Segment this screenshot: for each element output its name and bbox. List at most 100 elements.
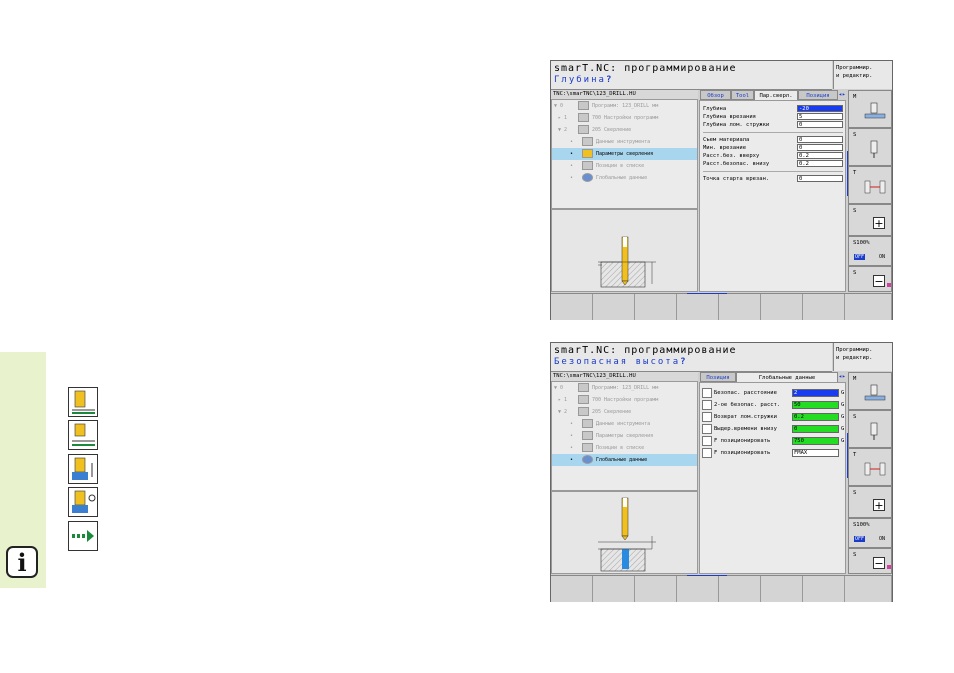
spindle-minus-icon: − bbox=[873, 275, 885, 288]
tree-item[interactable]: • Данные инструмента bbox=[552, 136, 697, 148]
field-row: Съем материала 0 bbox=[703, 136, 843, 144]
tab-overview[interactable]: Обзор bbox=[700, 90, 731, 100]
field-row: Выдер.времени внизу 0 G bbox=[702, 424, 844, 434]
tree-item[interactable]: ▸ 1 700 Настройки программ bbox=[552, 394, 697, 406]
softkey[interactable] bbox=[593, 576, 635, 602]
softkey[interactable] bbox=[845, 294, 892, 320]
machine-function-icon bbox=[864, 102, 886, 119]
softkey-override[interactable]: S100% OFF ON bbox=[848, 518, 892, 548]
drill-dwell-icon bbox=[68, 487, 98, 517]
setup-clearance-input[interactable]: 2 bbox=[792, 389, 839, 397]
softkey[interactable] bbox=[761, 576, 803, 602]
tab-bar: Позиция Глобальные данные bbox=[699, 372, 846, 382]
feed-positioning-input[interactable]: 750 bbox=[792, 437, 839, 445]
softkey-spindle-plus[interactable]: S + bbox=[848, 486, 892, 518]
softkey-spindle-plus[interactable]: S + bbox=[848, 204, 892, 236]
spindle-minus-icon: − bbox=[873, 557, 885, 570]
softkey[interactable] bbox=[551, 294, 593, 320]
tree-item-selected[interactable]: • Глобальные данные bbox=[552, 454, 697, 466]
program-path: TNC:\smarTNC\123_DRILL.HU bbox=[551, 90, 698, 99]
tree-item[interactable]: ▼ 2 205 Сверление bbox=[552, 124, 697, 136]
softkey-override[interactable]: S100% OFF ON bbox=[848, 236, 892, 266]
softkey[interactable] bbox=[635, 576, 677, 602]
softkey[interactable] bbox=[593, 294, 635, 320]
second-clearance-input[interactable]: 50 bbox=[792, 401, 839, 409]
chipbreak-retract-input[interactable]: 0.2 bbox=[792, 413, 839, 421]
feed-rapid-input[interactable]: FMAX bbox=[792, 449, 839, 457]
tab-position[interactable]: Позиция bbox=[700, 372, 736, 382]
decrement-input[interactable]: 0 bbox=[797, 136, 843, 143]
global-data-form: Безопас. расстояние 2 G 2-ое безопас. расс… bbox=[699, 382, 846, 574]
tab-scroll-icon[interactable]: ◂▸ bbox=[838, 372, 846, 382]
tool-change-icon bbox=[864, 180, 886, 194]
softkey-t[interactable]: T bbox=[848, 448, 892, 486]
softkey[interactable] bbox=[845, 576, 892, 602]
softkey[interactable] bbox=[803, 576, 845, 602]
tree-item[interactable]: • Позиции в списке bbox=[552, 442, 697, 454]
rapid-icon bbox=[702, 448, 712, 458]
header: smarT.NC: программирование Глубина? bbox=[551, 61, 832, 90]
softkey[interactable] bbox=[803, 294, 845, 320]
softkey-row bbox=[551, 575, 892, 602]
info-icon[interactable]: i bbox=[6, 546, 38, 578]
divider bbox=[703, 171, 843, 172]
tab-tool[interactable]: Tool bbox=[731, 90, 754, 100]
chipbreak-depth-input[interactable]: 0 bbox=[797, 121, 843, 128]
help-graphic bbox=[551, 491, 698, 574]
softkey-spindle-minus[interactable]: S − bbox=[848, 548, 892, 574]
tree-item[interactable]: • Позиции в списке bbox=[552, 160, 697, 172]
softkey[interactable] bbox=[551, 576, 593, 602]
screen-title: smarT.NC: программирование bbox=[554, 345, 737, 356]
program-path: TNC:\smarTNC\123_DRILL.HU bbox=[551, 372, 698, 381]
setup-clearance-bottom-input[interactable]: 0.2 bbox=[797, 160, 843, 167]
softkey-row bbox=[551, 293, 892, 320]
deepened-start-input[interactable]: 0 bbox=[797, 175, 843, 182]
softkey-m[interactable]: M bbox=[848, 90, 892, 128]
field-row: Расст.безопас. внизу 0.2 bbox=[703, 160, 843, 168]
field-row: Глубина лом. стружки 0 bbox=[703, 121, 843, 129]
drill-plunge-icon bbox=[68, 420, 98, 450]
tree-item[interactable]: • Глобальные данные bbox=[552, 172, 697, 184]
softkey-s[interactable]: S bbox=[848, 128, 892, 166]
softkey-t[interactable]: T bbox=[848, 166, 892, 204]
spindle-plus-icon: + bbox=[873, 217, 885, 230]
second-clearance-icon bbox=[702, 400, 712, 410]
softkey-m[interactable]: M bbox=[848, 372, 892, 410]
tree-item[interactable]: • Данные инструмента bbox=[552, 418, 697, 430]
tree-item-selected[interactable]: • Параметры сверления bbox=[552, 148, 697, 160]
tree-item[interactable]: ▼ 0 Программ: 123_DRILL мм bbox=[552, 100, 697, 112]
mode-indicator: Программир. и редактир. bbox=[833, 61, 892, 89]
mode-indicator: Программир. и редактир. bbox=[833, 343, 892, 371]
softkey[interactable] bbox=[635, 294, 677, 320]
tree-item[interactable]: ▼ 2 205 Сверление bbox=[552, 406, 697, 418]
retract-icon bbox=[702, 412, 712, 422]
field-row: Расст.без. вверху 0.2 bbox=[703, 152, 843, 160]
depth-input[interactable]: -20 bbox=[797, 105, 843, 112]
tree-item[interactable]: ▼ 0 Программ: 123_DRILL мм bbox=[552, 382, 697, 394]
plunge-depth-input[interactable]: 5 bbox=[797, 113, 843, 120]
softkey[interactable] bbox=[677, 294, 719, 320]
dwell-icon bbox=[702, 424, 712, 434]
softkey[interactable] bbox=[677, 576, 719, 602]
setup-clearance-top-input[interactable]: 0.2 bbox=[797, 152, 843, 159]
status-dot bbox=[887, 565, 891, 569]
tab-drill-params[interactable]: Пар.сверл. bbox=[754, 90, 798, 100]
tree-item[interactable]: • Параметры сверления bbox=[552, 430, 697, 442]
status-dot bbox=[887, 283, 891, 287]
softkey-s[interactable]: S bbox=[848, 410, 892, 448]
tool-change-icon bbox=[864, 462, 886, 476]
tree-item[interactable]: ▸ 1 700 Настройки программ bbox=[552, 112, 697, 124]
softkey[interactable] bbox=[719, 294, 761, 320]
dwell-time-input[interactable]: 0 bbox=[792, 425, 839, 433]
spindle-icon bbox=[870, 140, 878, 158]
softkey[interactable] bbox=[719, 576, 761, 602]
min-plunge-input[interactable]: 0 bbox=[797, 144, 843, 151]
tab-position[interactable]: Позиция bbox=[798, 90, 838, 100]
tab-scroll-icon[interactable]: ◂▸ bbox=[838, 90, 846, 100]
program-tree: ▼ 0 Программ: 123_DRILL мм ▸ 1 700 Настрой… bbox=[551, 381, 698, 491]
softkey-spindle-minus[interactable]: S − bbox=[848, 266, 892, 292]
drill-depth-icon bbox=[68, 387, 98, 417]
field-row: Возврат лом.стружки 0.2 G bbox=[702, 412, 844, 422]
softkey[interactable] bbox=[761, 294, 803, 320]
tab-global-data[interactable]: Глобальные данные bbox=[736, 372, 838, 382]
